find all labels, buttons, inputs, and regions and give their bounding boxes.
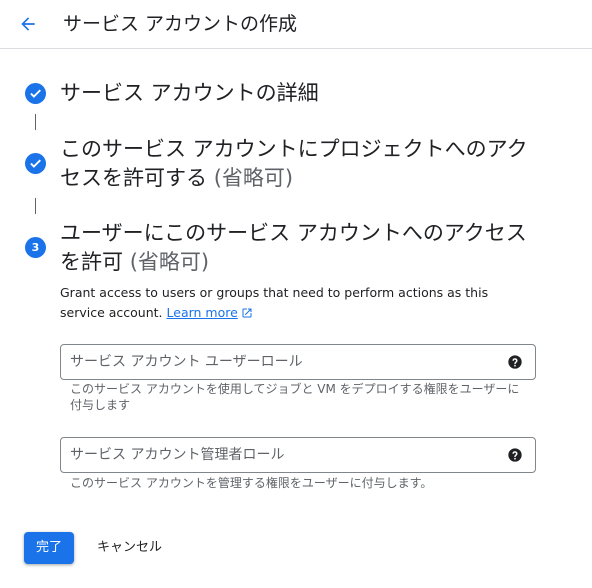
cancel-button[interactable]: キャンセル	[86, 532, 173, 564]
step-1-complete-indicator	[25, 83, 46, 104]
step-3-optional-label: (省略可)	[129, 250, 210, 274]
step-connector	[35, 114, 36, 130]
create-service-account-page: サービス アカウントの作成 サービス アカウントの詳細 このサービス アカウント…	[0, 0, 592, 588]
admin-role-hint: このサービス アカウントを管理する権限をユーザーに付与します。	[70, 476, 433, 490]
user-role-hint: このサービス アカウントを使用してジョブと VM をデプロイする権限をユーザーに…	[70, 382, 520, 412]
step-2-complete-indicator	[25, 153, 46, 174]
done-button[interactable]: 完了	[24, 532, 74, 564]
step-2-title[interactable]: このサービス アカウントにプロジェクトへのアクセスを許可する (省略可)	[60, 135, 530, 193]
step-2-title-text: このサービス アカウントにプロジェクトへのアクセスを許可する	[60, 137, 528, 190]
service-account-user-role-field	[60, 344, 536, 380]
service-account-user-role-input[interactable]	[70, 345, 500, 379]
service-account-admin-role-input[interactable]	[70, 438, 500, 472]
step-3-title: ユーザーにこのサービス アカウントへのアクセスを許可 (省略可)	[60, 219, 530, 277]
check-icon	[30, 159, 41, 168]
help-icon[interactable]	[507, 354, 523, 370]
step-3-description: Grant access to users or groups that nee…	[60, 283, 530, 323]
step-1-title-text: サービス アカウントの詳細	[60, 81, 319, 105]
step-2-optional-label: (省略可)	[213, 166, 294, 190]
step-1-title[interactable]: サービス アカウントの詳細	[60, 79, 560, 108]
step-3-number: 3	[31, 241, 40, 254]
page-title: サービス アカウントの作成	[63, 13, 298, 35]
back-button[interactable]	[12, 8, 44, 40]
check-icon	[30, 89, 41, 98]
page-header: サービス アカウントの作成	[0, 0, 592, 49]
step-connector	[35, 198, 36, 214]
open-in-new-icon	[242, 308, 252, 318]
service-account-admin-role-field	[60, 437, 536, 473]
help-icon[interactable]	[507, 447, 523, 463]
learn-more-link[interactable]: Learn more	[167, 305, 238, 320]
step-3-active-indicator: 3	[25, 237, 46, 258]
arrow-back-icon	[21, 17, 35, 31]
description-text: Grant access to users or groups that nee…	[60, 285, 489, 320]
